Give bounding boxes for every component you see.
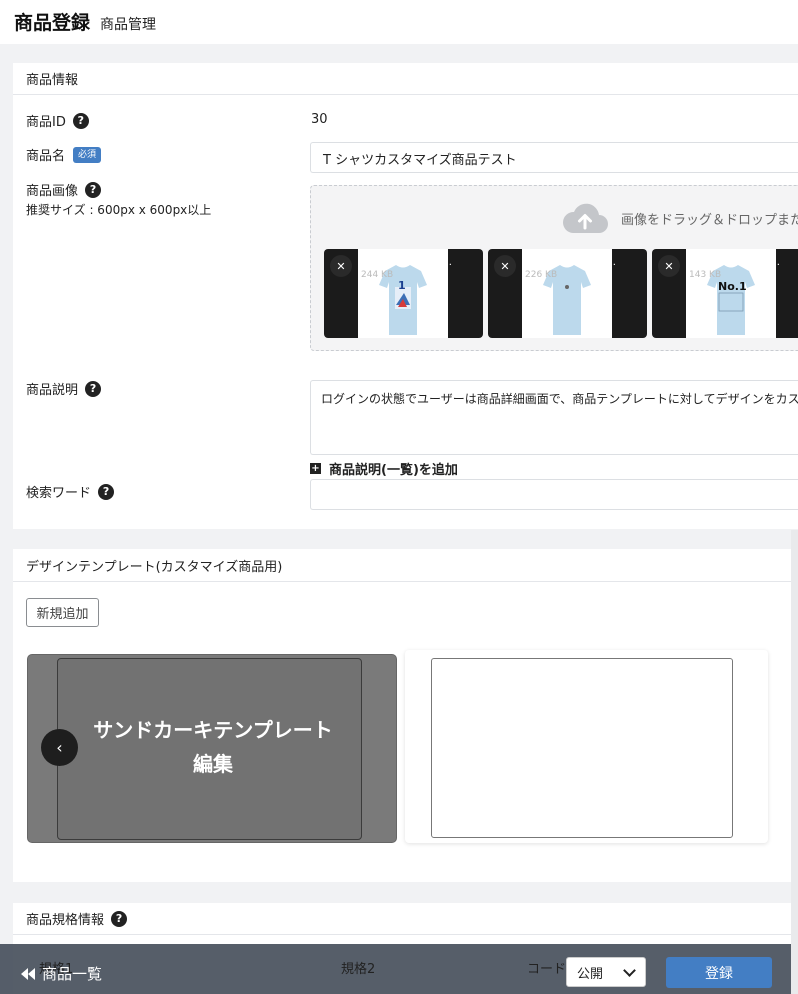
chevron-left-icon[interactable]: ‹ [41,729,78,766]
search-word-input[interactable] [310,479,798,510]
template-preview-frame [431,658,733,838]
question-icon[interactable]: ? [111,910,128,927]
image-size: 143 KB [689,270,722,280]
required-badge: 必須 [73,146,102,163]
double-chevron-left-icon [21,967,35,980]
bottom-action-bar: 規格1 規格2 コード 商品一覧 公開 登録 [0,944,791,994]
image-filename: 1209170605_69... [361,257,452,268]
close-icon[interactable]: ✕ [658,255,680,277]
new-template-button[interactable]: 新規追加 [26,598,99,627]
close-icon[interactable]: ✕ [330,255,352,277]
question-icon[interactable]: ? [72,112,89,129]
image-thumb[interactable]: 1 ✕ 1209170605_69... 244 KB [324,249,483,338]
image-thumb[interactable]: ✕ 1209170605_69... 226 KB [488,249,647,338]
page-subtitle: 商品管理 [100,17,157,33]
column-header-spec2: 規格2 [341,962,376,977]
spec-info-header: 商品規格情報 ? [13,903,798,935]
design-template-header: デザインテンプレート(カスタマイズ商品用) [13,549,798,582]
thumb-caption: 1 [398,279,406,292]
close-icon[interactable]: ✕ [494,255,516,277]
product-name-input[interactable]: T シャツカスタマイズ商品テスト [310,142,798,173]
image-thumb[interactable]: No.1 ✕ 1209170607_69... 143 KB [652,249,798,338]
scrollbar-track[interactable] [791,530,798,994]
description-label: 商品説明 ? [26,379,102,398]
template-edit-overlay[interactable]: サンドカーキテンプレート 編集 [28,713,398,781]
chevron-down-icon [623,964,636,977]
plus-square-icon: + [310,463,321,474]
dropzone-text: 画像をドラッグ＆ドロップまたは [621,212,798,228]
question-icon[interactable]: ? [85,380,102,397]
page-title: 商品登録 [14,12,91,34]
product-info-header: 商品情報 [13,63,798,95]
image-size-hint: 推奨サイズ : 600px x 600px以上 [26,203,212,217]
thumb-caption: No.1 [718,280,747,293]
image-filename: 1209170607_69... [689,257,780,268]
column-header-code: コード [527,962,567,977]
image-size: 226 KB [525,270,558,280]
question-icon[interactable]: ? [85,181,102,198]
product-name-label: 商品名 必須 [26,145,102,164]
add-description-link[interactable]: + 商品説明(一覧)を追加 [310,459,458,478]
design-template-card: デザインテンプレート(カスタマイズ商品用) 新規追加 サンドカーキテンプレート … [13,549,798,882]
question-icon[interactable]: ? [98,483,115,500]
status-select[interactable]: 公開 [566,957,646,987]
product-id-value: 30 [311,112,328,127]
dropzone-hint: 画像をドラッグ＆ドロップまたは [561,201,798,235]
product-info-card: 商品情報 商品ID ? 30 商品名 必須 T シャツカスタマイズ商品テスト 商… [13,63,798,529]
page-header: 商品登録 商品管理 [0,0,798,44]
cloud-upload-icon [562,203,608,233]
search-word-label: 検索ワード ? [26,482,115,501]
image-dropzone[interactable]: 画像をドラッグ＆ドロップまたは 1 ✕ 1209170605_69... 244… [310,185,798,351]
template-card-active[interactable]: サンドカーキテンプレート 編集 [27,654,397,843]
submit-button[interactable]: 登録 [666,957,772,988]
description-textarea[interactable]: ログインの状態でユーザーは商品詳細画面で、商品テンプレートに対してデザインをカス… [310,380,798,455]
image-filename: 1209170605_69... [525,257,616,268]
image-size: 244 KB [361,270,394,280]
back-to-list-link[interactable]: 商品一覧 [20,963,102,984]
product-image-label: 商品画像 ? [26,180,102,199]
template-card[interactable] [405,650,768,843]
product-id-label: 商品ID ? [26,111,89,130]
